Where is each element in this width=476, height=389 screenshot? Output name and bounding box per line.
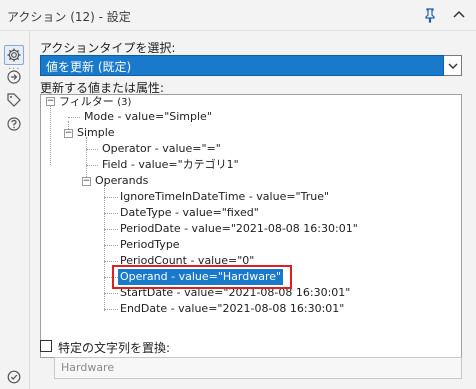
chevron-down-icon [448,63,457,69]
help-tab[interactable] [4,114,24,134]
tree-node[interactable]: EndDate - value="2021-08-08 16:30:01" [118,301,346,317]
gear-icon [7,48,21,62]
tag-icon [7,93,21,107]
tree-node[interactable]: Field - value="カテゴリ1" [100,157,241,173]
chevron-up-icon[interactable] [452,8,466,22]
highlight-box [112,265,292,289]
tree-node[interactable]: Operands [93,173,150,189]
collapse-toggle[interactable]: − [64,129,73,138]
side-rail: ··· [0,31,30,389]
action-type-select[interactable]: 値を更新 (既定) [40,55,444,76]
tree-node[interactable]: IgnoreTimeInDateTime - value="True" [118,189,331,205]
tree-node[interactable]: PeriodType [118,237,182,253]
tree-node[interactable]: Mode - value="Simple" [82,109,214,125]
connection-tab[interactable] [4,67,24,87]
help-icon [7,117,21,131]
tree-node[interactable]: Simple [75,125,117,141]
main-panel: アクションタイプを選択: 値を更新 (既定) 更新する値または属性: − − − [36,31,476,389]
action-type-value: 値を更新 (既定) [46,60,132,74]
tree-node[interactable]: Operator - value="=" [100,141,223,157]
title-bar: アクション (12) - 設定 [0,0,476,31]
tree-node[interactable]: DateType - value="fixed" [118,205,261,221]
settings-tab[interactable] [4,45,24,65]
annotation-tab[interactable] [4,90,24,110]
collapse-toggle[interactable]: − [82,177,91,186]
replace-label: 特定の文字列を置換: [58,341,171,355]
arrow-circle-icon [7,70,21,84]
replace-checkbox[interactable] [40,340,52,352]
replace-text-input[interactable]: Hardware [54,357,462,379]
tree-node[interactable]: フィルター (3) [57,95,133,110]
check-circle-icon [7,370,21,384]
window-title: アクション (12) - 設定 [7,10,131,24]
action-type-label: アクションタイプを選択: [40,41,176,55]
action-type-dropdown-button[interactable] [444,55,462,76]
fields-tree[interactable]: − − − フィルター (3) Mode - value="Simple" Si… [40,94,462,358]
collapse-toggle[interactable]: − [46,97,55,106]
tree-node[interactable]: PeriodDate - value="2021-08-08 16:30:01" [118,221,360,237]
pin-icon[interactable] [422,7,438,23]
